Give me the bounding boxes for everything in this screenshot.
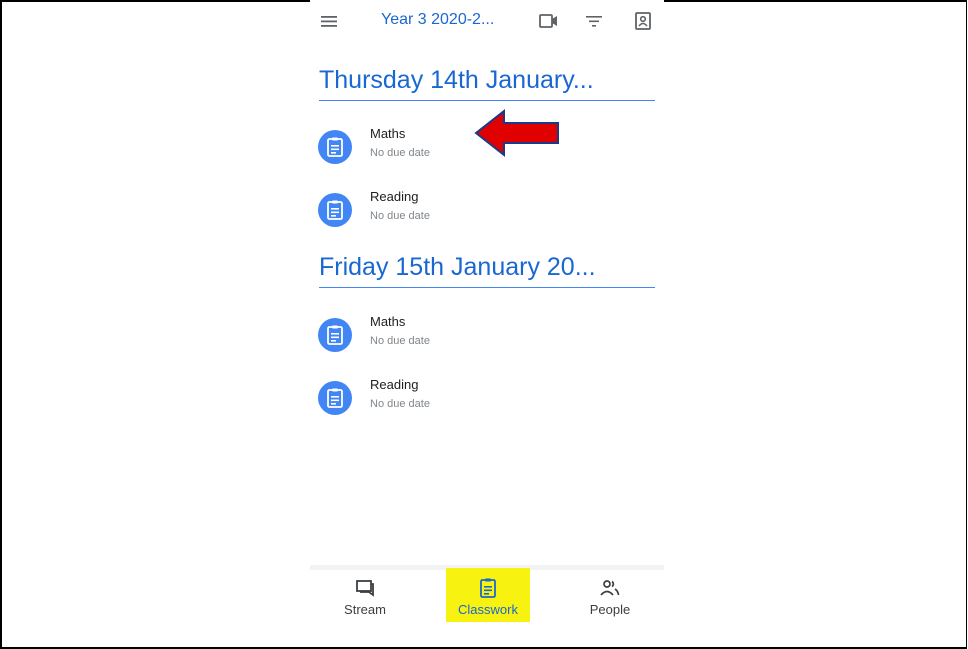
assignment-icon: [318, 193, 352, 227]
menu-icon[interactable]: [320, 12, 338, 30]
nav-people-label: People: [589, 602, 631, 617]
assignment-title: Reading: [370, 377, 419, 392]
topic-heading: Thursday 14th January...: [319, 66, 655, 101]
filter-icon[interactable]: [583, 10, 605, 32]
assignment-icon: [318, 318, 352, 352]
nav-people[interactable]: People: [575, 570, 645, 622]
assignment-item[interactable]: Maths No due date: [318, 314, 648, 358]
drive-folder-icon[interactable]: [632, 10, 654, 32]
video-icon[interactable]: [538, 10, 560, 32]
assignment-item[interactable]: Reading No due date: [318, 377, 648, 421]
topic-heading: Friday 15th January 20...: [319, 253, 655, 288]
red-arrow-annotation: [474, 108, 559, 158]
assignment-icon: [318, 130, 352, 164]
assignment-due-date: No due date: [370, 398, 430, 410]
stream-icon: [356, 580, 374, 597]
assignment-icon: [318, 381, 352, 415]
assignment-due-date: No due date: [370, 210, 430, 222]
bottom-navigation: Stream Classwork People: [310, 568, 664, 647]
nav-stream[interactable]: Stream: [330, 570, 400, 622]
assignment-title: Maths: [370, 126, 406, 141]
assignment-due-date: No due date: [370, 335, 430, 347]
nav-stream-label: Stream: [344, 602, 386, 617]
people-icon: [600, 580, 620, 596]
assignment-title: Maths: [370, 314, 406, 329]
assignment-title: Reading: [370, 189, 419, 204]
class-title[interactable]: Year 3 2020-2...: [381, 11, 494, 29]
nav-classwork[interactable]: Classwork: [446, 568, 530, 622]
assignment-due-date: No due date: [370, 147, 430, 159]
assignment-item[interactable]: Reading No due date: [318, 189, 648, 233]
nav-classwork-label: Classwork: [458, 602, 518, 617]
classroom-app: Year 3 2020-2... Thursday 14th January..…: [310, 0, 664, 647]
top-app-bar: Year 3 2020-2...: [310, 0, 664, 44]
classwork-icon: [480, 578, 496, 598]
